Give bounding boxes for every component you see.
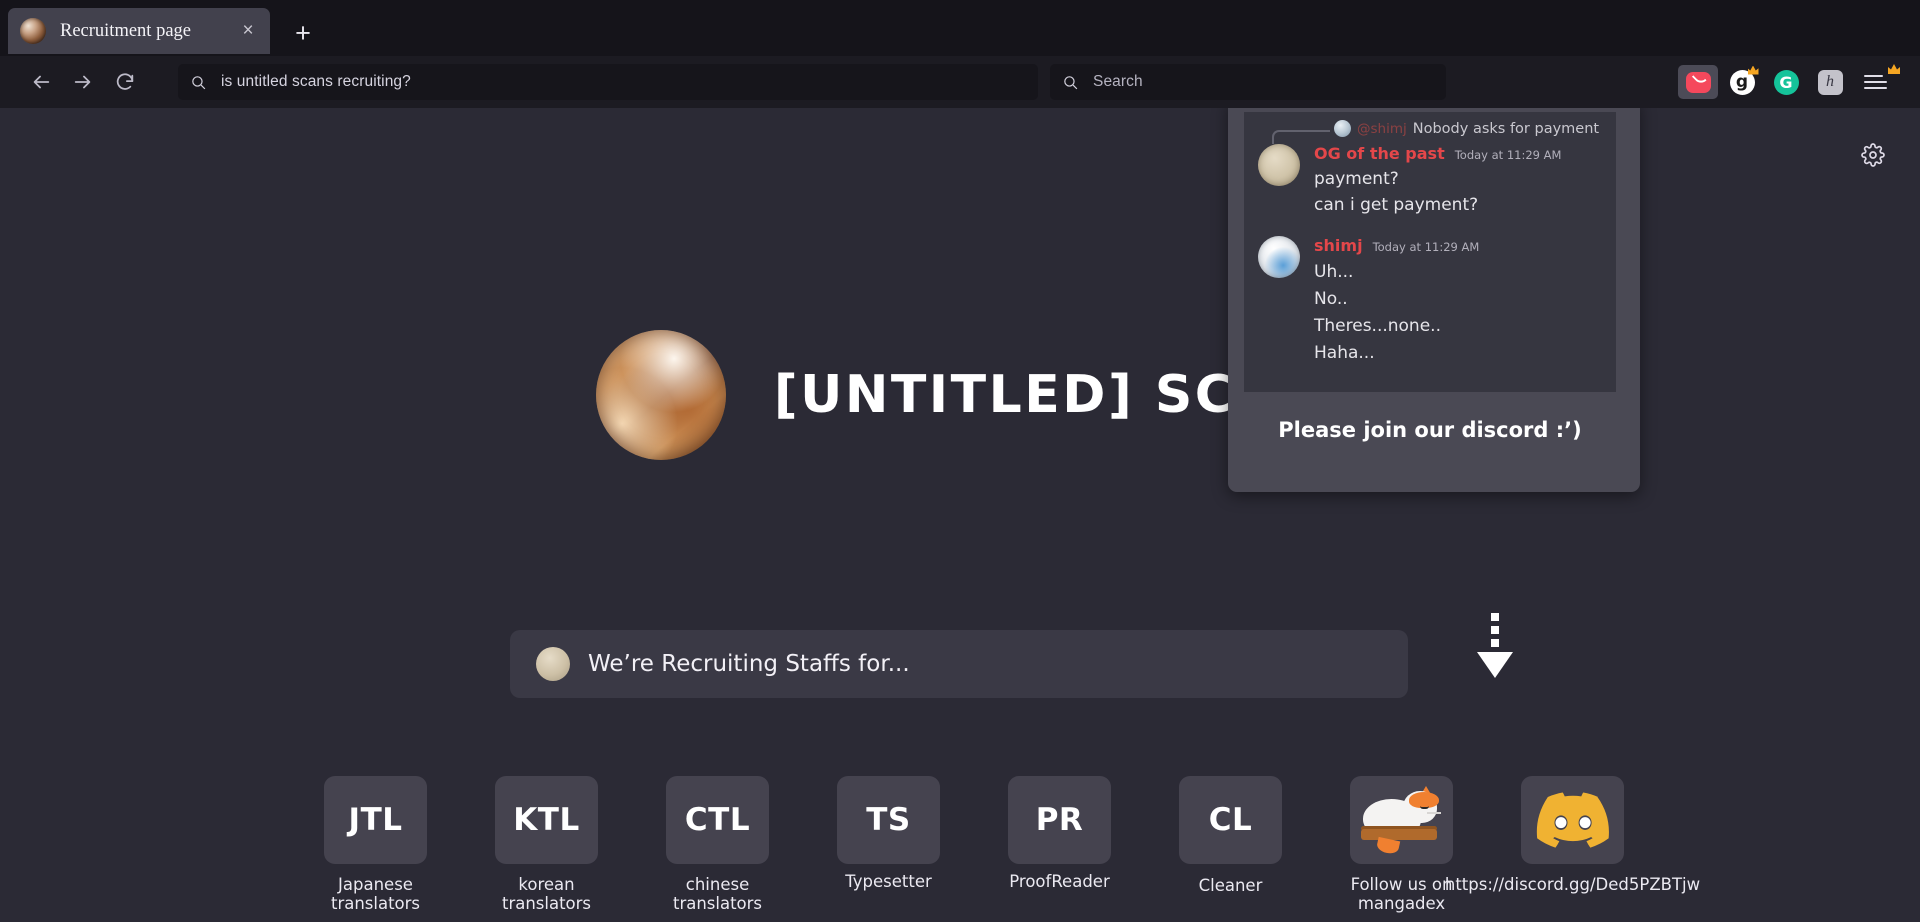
discord-message: OG of the past Today at 11:29 AM payment…	[1244, 139, 1616, 215]
role-item-ts[interactable]: TS Typesetter	[815, 776, 963, 891]
application-menu-button[interactable]	[1864, 65, 1898, 99]
role-item-pr[interactable]: PR ProofReader	[986, 776, 1134, 891]
shimj-avatar	[1258, 236, 1300, 278]
grammarly-account-icon[interactable]: g	[1722, 65, 1762, 99]
discord-reply-context: @shimj Nobody asks for payment	[1244, 112, 1616, 139]
tab-favicon	[20, 18, 46, 44]
down-arrow-icon	[1478, 613, 1512, 685]
role-item-jtl[interactable]: JTL Japanese translators	[302, 776, 450, 914]
g-avatar-icon: g	[1730, 70, 1755, 95]
role-abbreviation: PR	[1036, 802, 1084, 838]
navigation-toolbar: is untitled scans recruiting? Search g G…	[0, 56, 1920, 108]
role-label: Cleaner	[1199, 876, 1263, 895]
address-bar[interactable]: is untitled scans recruiting?	[178, 64, 1038, 100]
role-tile[interactable]: PR	[1008, 776, 1111, 864]
message-timestamp: Today at 11:29 AM	[1455, 148, 1562, 162]
og-of-the-past-avatar	[1258, 144, 1300, 186]
message-line: Theres...none..	[1314, 316, 1479, 336]
back-arrow-icon[interactable]	[20, 65, 62, 99]
extension-icon-group: g G h	[1678, 65, 1906, 99]
search-bar[interactable]: Search	[1050, 64, 1446, 100]
role-tile[interactable]: JTL	[324, 776, 427, 864]
tab-title: Recruitment page	[60, 21, 236, 42]
og-of-the-past-avatar	[536, 647, 570, 681]
role-label: Japanese translators	[302, 875, 450, 914]
message-username: OG of the past	[1314, 144, 1445, 163]
role-tile[interactable]	[1521, 776, 1624, 864]
role-abbreviation: CL	[1209, 802, 1253, 838]
role-tile[interactable]: CL	[1179, 776, 1282, 864]
mangadex-icon	[1361, 791, 1443, 849]
recruiting-banner: We’re Recruiting Staffs for...	[510, 630, 1408, 698]
search-icon	[190, 74, 207, 91]
forward-arrow-icon[interactable]	[62, 65, 104, 99]
recruiting-banner-text: We’re Recruiting Staffs for...	[588, 651, 910, 677]
gear-icon[interactable]	[1856, 138, 1890, 172]
role-label: Typesetter	[845, 872, 932, 891]
reply-text: Nobody asks for payment	[1413, 121, 1599, 137]
discord-preview-popup[interactable]: @shimj Nobody asks for payment OG of the…	[1228, 108, 1640, 492]
message-line: Haha...	[1314, 343, 1479, 363]
grammarly-g-icon: G	[1774, 70, 1799, 95]
tab-close-button[interactable]: ×	[236, 19, 260, 43]
message-line: payment?	[1314, 169, 1561, 189]
role-label: chinese translators	[644, 875, 792, 914]
untitled-scans-avatar	[596, 330, 726, 460]
role-label: korean translators	[473, 875, 621, 914]
menu-line	[1864, 87, 1887, 89]
honey-h-icon[interactable]: h	[1810, 65, 1850, 99]
message-username: shimj	[1314, 236, 1363, 255]
search-icon	[1062, 74, 1079, 91]
role-item-ktl[interactable]: KTL korean translators	[473, 776, 621, 914]
address-bar-value: is untitled scans recruiting?	[221, 73, 411, 91]
menu-line	[1864, 81, 1887, 83]
tab-strip: Recruitment page × +	[0, 0, 1920, 56]
message-line: can i get payment?	[1314, 195, 1561, 215]
message-line: Uh...	[1314, 262, 1479, 282]
arrow-dot	[1491, 613, 1499, 621]
role-label: ProofReader	[1009, 872, 1109, 891]
grammarly-extension-icon[interactable]: G	[1766, 65, 1806, 99]
message-timestamp: Today at 11:29 AM	[1373, 240, 1480, 254]
menu-line	[1864, 75, 1883, 77]
role-tile[interactable]: KTL	[495, 776, 598, 864]
discord-message: shimj Today at 11:29 AM Uh... No.. There…	[1244, 231, 1616, 363]
role-tile[interactable]	[1350, 776, 1453, 864]
discord-icon	[1536, 792, 1610, 848]
reload-arrow-icon[interactable]	[104, 65, 146, 99]
role-grid: JTL Japanese translators KTL korean tran…	[0, 776, 1920, 914]
message-line: No..	[1314, 289, 1479, 309]
role-abbreviation: TS	[866, 802, 910, 838]
role-item-discord[interactable]: https://discord.gg/Ded5PZBTjw	[1499, 776, 1647, 894]
search-bar-placeholder: Search	[1093, 73, 1143, 91]
browser-tab[interactable]: Recruitment page ×	[8, 8, 270, 54]
discord-cta-text: Please join our discord :’)	[1244, 392, 1616, 442]
role-tile[interactable]: TS	[837, 776, 940, 864]
shimj-avatar	[1334, 120, 1351, 137]
arrow-dot	[1491, 639, 1499, 647]
discord-message-list[interactable]: @shimj Nobody asks for payment OG of the…	[1244, 112, 1616, 392]
role-item-ctl[interactable]: CTL chinese translators	[644, 776, 792, 914]
new-tab-button[interactable]: +	[288, 18, 318, 48]
heart-icon	[1686, 72, 1711, 93]
role-abbreviation: CTL	[685, 802, 750, 838]
role-abbreviation: JTL	[349, 802, 403, 838]
browser-chrome: Recruitment page × + is untitled scans r…	[0, 0, 1920, 108]
role-tile[interactable]: CTL	[666, 776, 769, 864]
role-label: https://discord.gg/Ded5PZBTjw	[1445, 875, 1700, 894]
role-item-cl[interactable]: CL Cleaner	[1157, 776, 1305, 895]
honey-extension-icon[interactable]	[1678, 65, 1718, 99]
role-abbreviation: KTL	[513, 802, 579, 838]
page-content: LikeManga.io [UNTITLED] SCANS We’re Recr…	[0, 108, 1920, 922]
arrow-head	[1477, 652, 1513, 678]
arrow-dot	[1491, 626, 1499, 634]
reply-username: @shimj	[1357, 121, 1407, 137]
h-glyph-icon: h	[1818, 70, 1843, 95]
